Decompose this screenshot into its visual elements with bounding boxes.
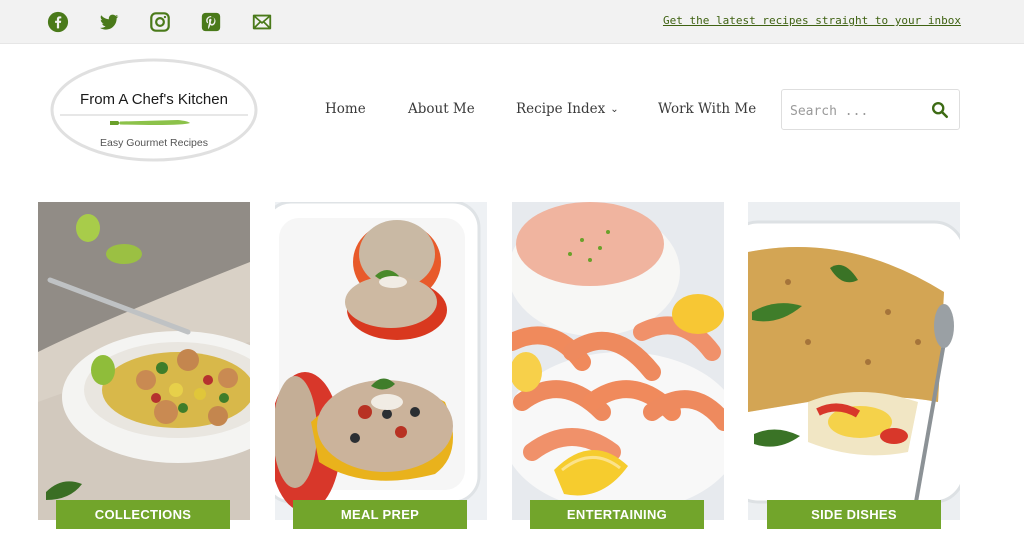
facebook-icon[interactable]	[46, 10, 70, 34]
category-card-meal-prep[interactable]	[275, 202, 487, 520]
category-card-side-dishes[interactable]	[748, 202, 960, 520]
entertaining-image	[512, 202, 724, 520]
search-input[interactable]	[788, 98, 922, 124]
nav-work-with-me[interactable]: Work With Me	[658, 101, 756, 117]
meal-prep-image	[275, 202, 487, 520]
newsletter-link[interactable]: Get the latest recipes straight to your …	[663, 14, 961, 27]
email-icon[interactable]	[250, 10, 274, 34]
logo-title: From A Chef's Kitchen	[80, 91, 228, 108]
social-links	[46, 10, 301, 34]
top-bar: Get the latest recipes straight to your …	[0, 0, 1024, 44]
chevron-down-icon: ⌄	[610, 104, 619, 115]
twitter-icon[interactable]	[97, 10, 121, 34]
side-dishes-image	[748, 202, 960, 520]
search-icon[interactable]	[931, 101, 949, 119]
nav-home[interactable]: Home	[325, 101, 366, 117]
site-logo[interactable]: From A Chef's Kitchen Easy Gourmet Recip…	[50, 58, 258, 162]
instagram-icon[interactable]	[148, 10, 172, 34]
search-box	[781, 89, 960, 130]
pinterest-icon[interactable]	[199, 10, 223, 34]
nav-recipe-index-label: Recipe Index	[516, 101, 606, 117]
category-card-collections[interactable]	[38, 202, 250, 520]
collections-image	[38, 202, 250, 520]
nav-recipe-index[interactable]: Recipe Index ⌄	[516, 101, 619, 117]
logo-tagline: Easy Gourmet Recipes	[100, 137, 208, 149]
side-dishes-button[interactable]: SIDE DISHES	[767, 500, 941, 529]
nav-about-me[interactable]: About Me	[408, 101, 475, 117]
entertaining-button[interactable]: ENTERTAINING	[530, 500, 704, 529]
category-card-entertaining[interactable]	[512, 202, 724, 520]
meal-prep-button[interactable]: MEAL PREP	[293, 500, 467, 529]
collections-button[interactable]: COLLECTIONS	[56, 500, 230, 529]
